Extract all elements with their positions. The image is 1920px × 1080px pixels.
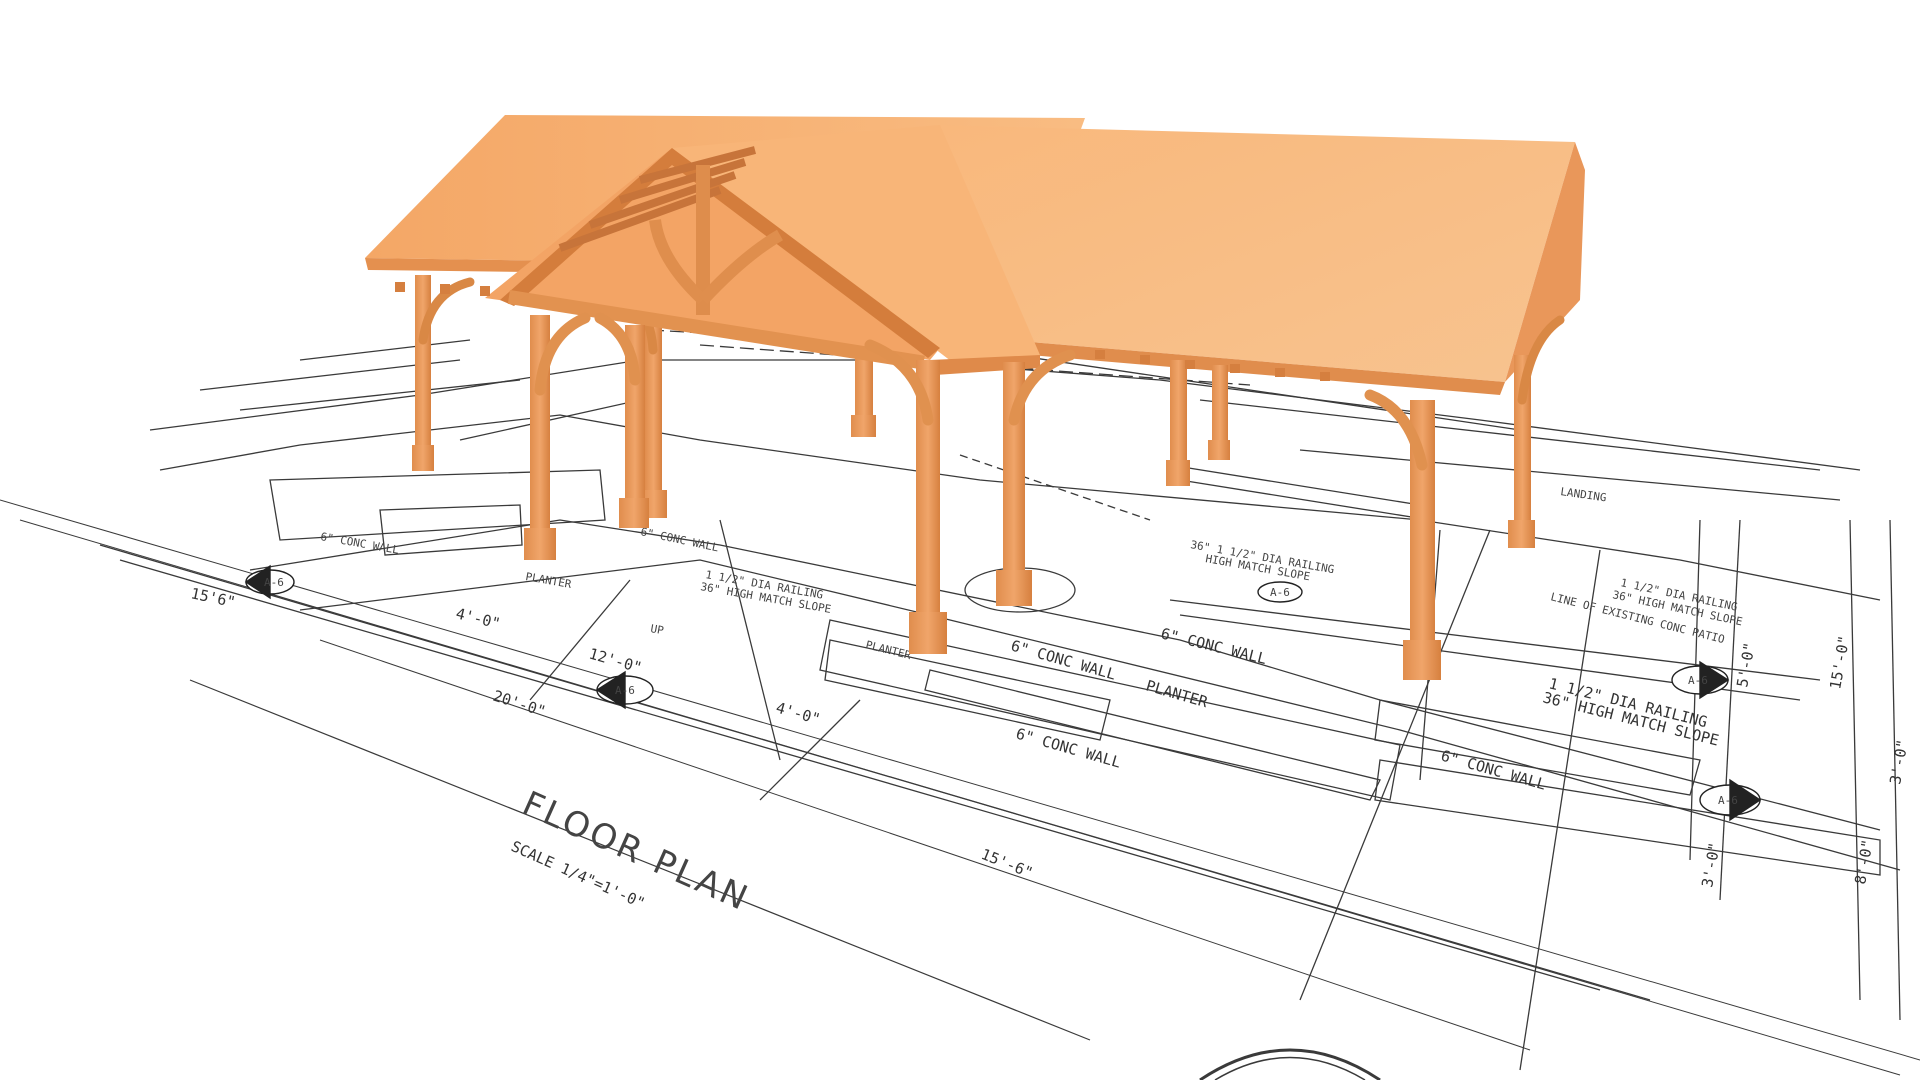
note-conc-wall: 6" CONC WALL [1439, 747, 1548, 794]
section-mark-label: A-6 [1718, 794, 1738, 807]
section-mark-label: A-6 [1688, 674, 1708, 687]
dimension-label: 3'-0" [1886, 738, 1912, 786]
dimension-label: 15'-6" [979, 845, 1036, 882]
dimension-label: 15'6" [189, 584, 237, 611]
section-mark-label: A-6 [615, 684, 635, 697]
note-planter: PLANTER [864, 638, 912, 662]
section-marker: A-6 [595, 670, 654, 710]
note-planter: PLANTER [524, 570, 572, 591]
section-mark-label: A-6 [264, 576, 284, 589]
note-conc-wall: 6" CONC WALL [1009, 637, 1118, 684]
dimension-label: 8'-0" [1851, 838, 1877, 886]
timber-pavilion [365, 115, 1585, 680]
note-conc-wall: 6" CONC WALL [639, 525, 720, 554]
pavilion-illustration: A-6 A-6 A-6 A-6 A-6 SCALE 1/4"=1'-0" FLO… [0, 115, 1920, 1080]
dimension-label: 4'-0" [774, 699, 822, 729]
note-landing: LANDING [1560, 485, 1608, 504]
note-conc-wall: 6" CONC WALL [1159, 624, 1269, 668]
note-up: UP [649, 622, 665, 637]
note-conc-wall: 6" CONC WALL [1014, 725, 1123, 772]
section-marker: A-6 [244, 564, 295, 600]
dimension-label: 5'-0" [1733, 641, 1759, 689]
section-marker: A-6 [1257, 581, 1303, 603]
dimension-label: 4'-0" [454, 604, 502, 632]
dimension-label: 15'-0" [1826, 634, 1853, 690]
section-mark-label: A-6 [1270, 586, 1290, 599]
dimension-label: 12'-0" [587, 645, 644, 677]
dimension-label: 20'-0" [491, 687, 548, 721]
